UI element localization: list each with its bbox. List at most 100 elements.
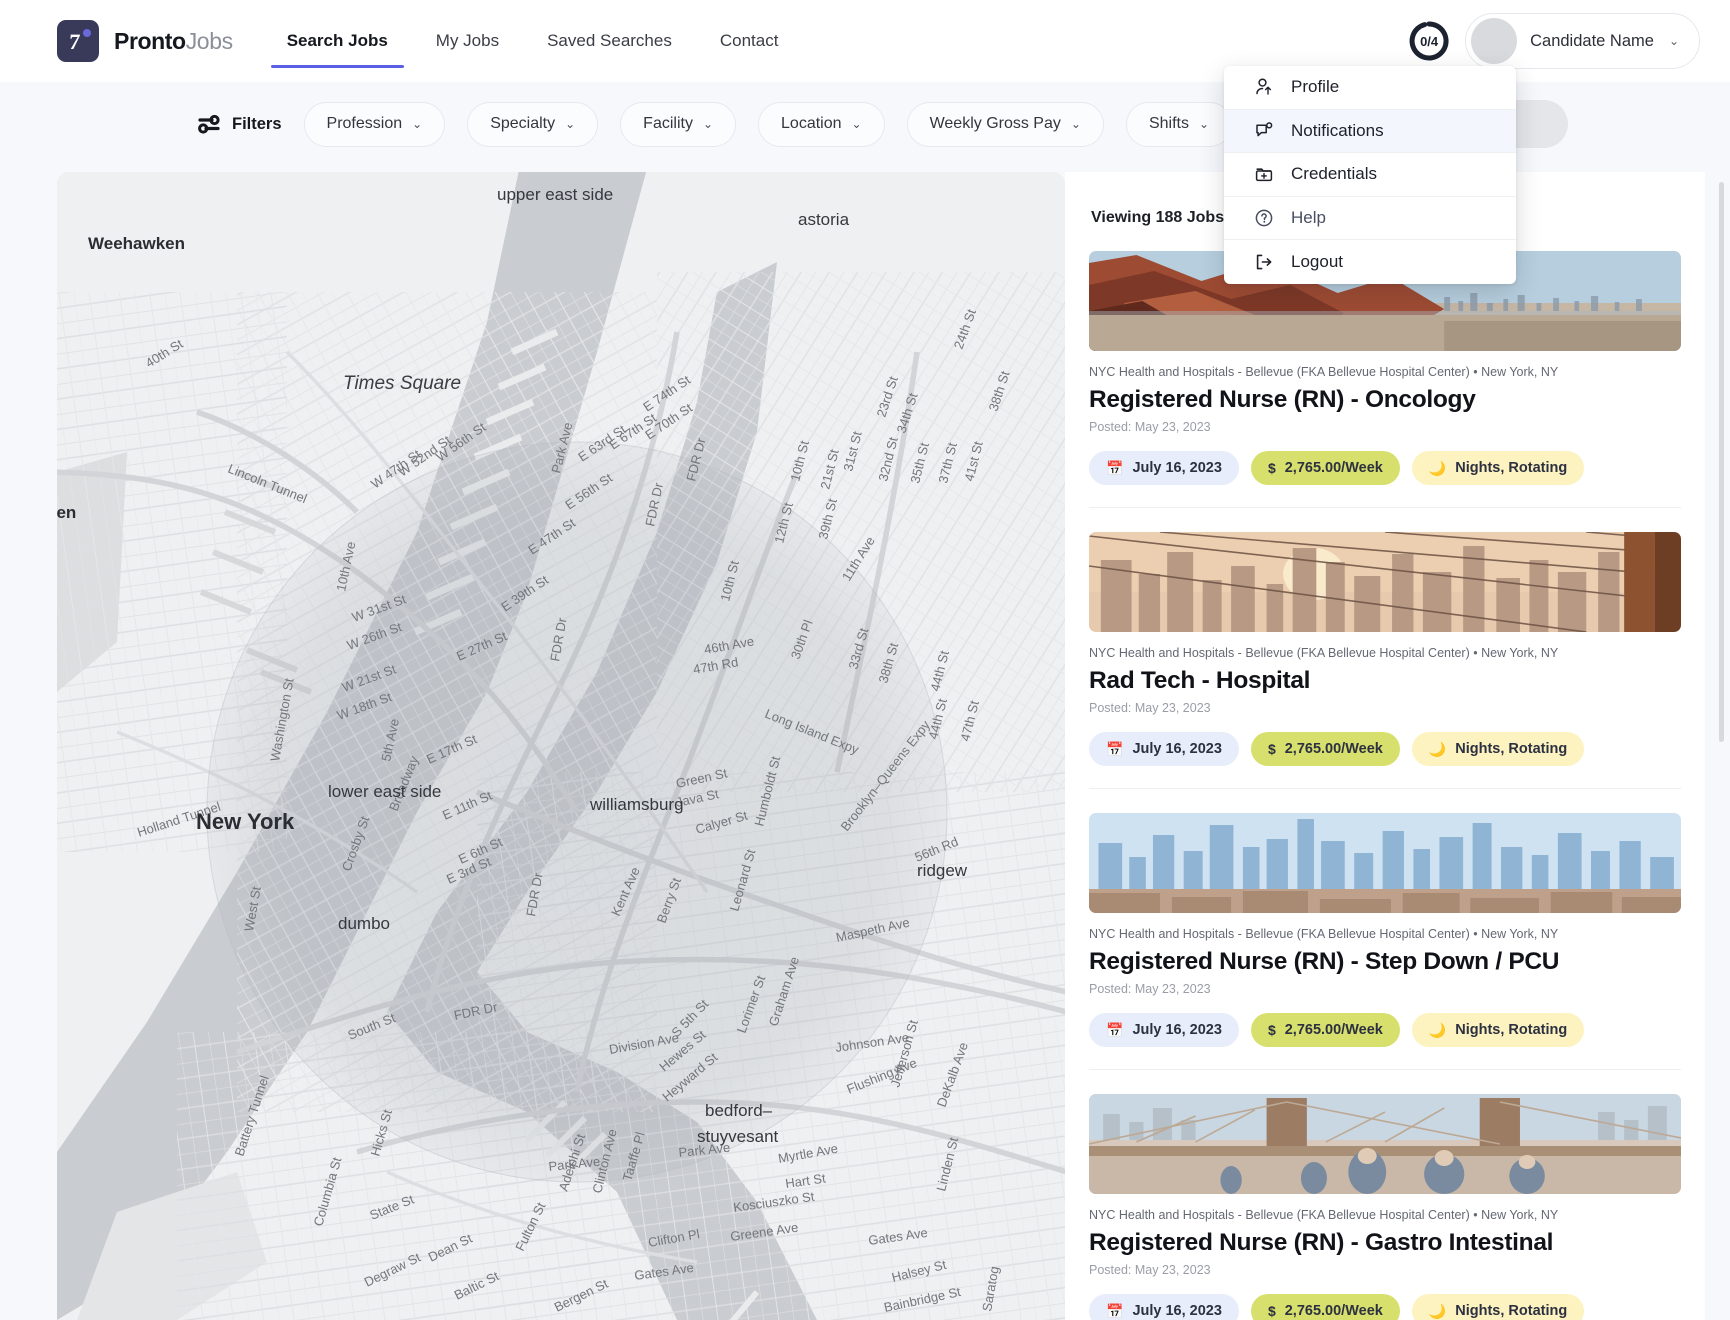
tag-label: Nights, Rotating: [1455, 1303, 1568, 1319]
svg-text:astoria: astoria: [798, 210, 850, 229]
menu-item-logout[interactable]: Logout: [1224, 240, 1516, 284]
tag-start-date: 📅 July 16, 2023: [1089, 1294, 1239, 1320]
job-location: New York, NY: [1481, 927, 1559, 941]
job-location: New York, NY: [1481, 1208, 1559, 1222]
menu-item-label: Profile: [1291, 77, 1340, 97]
job-facility: NYC Health and Hospitals - Bellevue (FKA…: [1089, 1208, 1470, 1222]
menu-item-help[interactable]: Help: [1224, 197, 1516, 240]
sliders-icon: [198, 114, 220, 134]
job-facility-location: NYC Health and Hospitals - Bellevue (FKA…: [1089, 646, 1681, 660]
user-menu-button[interactable]: Candidate Name ⌄: [1465, 13, 1700, 69]
filter-weekly-gross-pay[interactable]: Weekly Gross Pay ⌄: [906, 101, 1104, 147]
chevron-down-icon: ⌄: [1070, 117, 1081, 131]
tag-pay: $ 2,765.00/Week: [1250, 451, 1400, 485]
brand-wordmark: ProntoJobs: [114, 28, 233, 55]
tag-label: Nights, Rotating: [1455, 460, 1568, 476]
dollar-icon: $: [1267, 1022, 1276, 1038]
brand-logo[interactable]: 7 ProntoJobs: [57, 20, 233, 62]
svg-text:Times Square: Times Square: [343, 373, 461, 394]
chevron-down-icon: ⌄: [702, 117, 714, 131]
job-title[interactable]: Registered Nurse (RN) - Oncology: [1089, 386, 1681, 414]
menu-item-label: Help: [1291, 207, 1326, 227]
tag-pay: $ 2,765.00/Week: [1250, 1013, 1400, 1047]
svg-text:williamsburg: williamsburg: [589, 795, 684, 814]
tag-label: Nights, Rotating: [1455, 1022, 1568, 1038]
filter-shifts[interactable]: Shifts ⌄: [1125, 101, 1233, 147]
job-title[interactable]: Registered Nurse (RN) - Step Down / PCU: [1089, 948, 1681, 976]
job-tags: 📅 July 16, 2023 $ 2,765.00/Week 🌙 Nights…: [1089, 1294, 1681, 1320]
job-card[interactable]: NYC Health and Hospitals - Bellevue (FKA…: [1089, 251, 1681, 508]
tag-start-date: 📅 July 16, 2023: [1089, 732, 1239, 766]
job-title[interactable]: Rad Tech - Hospital: [1089, 667, 1681, 695]
tag-label: 2,765.00/Week: [1284, 1303, 1383, 1319]
moon-icon: 🌙: [1428, 740, 1447, 757]
filter-location[interactable]: Location ⌄: [758, 101, 885, 147]
brand-name-light: Jobs: [185, 27, 233, 54]
brooklyn-bridge-image: [1089, 1094, 1681, 1194]
menu-item-profile[interactable]: Profile: [1224, 66, 1516, 110]
tag-pay: $ 2,765.00/Week: [1250, 1294, 1400, 1320]
tag-label: 2,765.00/Week: [1284, 460, 1383, 476]
job-image: [1089, 813, 1681, 913]
menu-item-label: Logout: [1291, 251, 1343, 271]
nav-item-contact[interactable]: Contact: [720, 0, 779, 82]
profile-completion-ring[interactable]: 0/4: [1407, 19, 1451, 63]
nav-item-search-jobs[interactable]: Search Jobs: [270, 0, 404, 82]
dollar-icon: $: [1267, 1303, 1276, 1319]
filter-facility[interactable]: Facility ⌄: [620, 101, 737, 147]
job-list-scrollbar[interactable]: [1719, 182, 1724, 742]
job-title[interactable]: Registered Nurse (RN) - Gastro Intestina…: [1089, 1229, 1681, 1257]
svg-text:ridgew: ridgew: [917, 861, 968, 880]
question-circle-icon: [1254, 208, 1274, 228]
nav-item-saved-searches[interactable]: Saved Searches: [547, 0, 672, 82]
job-card[interactable]: NYC Health and Hospitals - Bellevue (FKA…: [1089, 532, 1681, 789]
menu-item-label: Notifications: [1291, 120, 1384, 140]
job-image: [1089, 1094, 1681, 1194]
filter-profession[interactable]: Profession ⌄: [303, 101, 446, 147]
chevron-down-icon: ⌄: [412, 117, 423, 131]
map-panel[interactable]: 40th St Lincoln Tunnel W 56th St W 52nd …: [57, 172, 1065, 1320]
tag-start-date: 📅 July 16, 2023: [1089, 1013, 1239, 1047]
job-card[interactable]: NYC Health and Hospitals - Bellevue (FKA…: [1089, 813, 1681, 1070]
nav-label: Search Jobs: [286, 31, 388, 50]
menu-item-label: Credentials: [1291, 164, 1377, 184]
avatar: [1471, 18, 1518, 64]
menu-item-credentials[interactable]: Credentials: [1224, 153, 1516, 197]
tag-shift: 🌙 Nights, Rotating: [1411, 1013, 1585, 1047]
logout-arrow-icon: [1254, 252, 1274, 272]
job-location: New York, NY: [1481, 646, 1559, 660]
tag-shift: 🌙 Nights, Rotating: [1411, 732, 1585, 766]
job-tags: 📅 July 16, 2023 $ 2,765.00/Week 🌙 Nights…: [1089, 1013, 1681, 1047]
job-facility-location: NYC Health and Hospitals - Bellevue (FKA…: [1089, 365, 1681, 379]
job-list-panel[interactable]: Viewing 188 Jobs NYC Health and Hospital…: [1065, 172, 1705, 1320]
svg-text:bedford–: bedford–: [705, 1101, 773, 1120]
svg-text:Weehawken: Weehawken: [88, 234, 185, 253]
chevron-down-icon: ⌄: [565, 117, 576, 131]
job-facility: NYC Health and Hospitals - Bellevue (FKA…: [1089, 365, 1470, 379]
filter-label: Shifts: [1148, 115, 1189, 132]
job-card[interactable]: NYC Health and Hospitals - Bellevue (FKA…: [1089, 1094, 1681, 1320]
logo-glyph: 7: [68, 29, 81, 54]
nav-item-my-jobs[interactable]: My Jobs: [436, 0, 499, 82]
job-location: New York, NY: [1481, 365, 1559, 379]
tag-label: July 16, 2023: [1132, 460, 1222, 476]
svg-text:ken: ken: [57, 503, 76, 522]
menu-item-notifications[interactable]: Notifications: [1224, 109, 1516, 153]
job-facility: NYC Health and Hospitals - Bellevue (FKA…: [1089, 646, 1470, 660]
chevron-down-icon: ⌄: [851, 117, 862, 131]
job-tags: 📅 July 16, 2023 $ 2,765.00/Week 🌙 Nights…: [1089, 451, 1681, 485]
main-nav: Search Jobs My Jobs Saved Searches Conta…: [270, 0, 827, 82]
separator: •: [1473, 365, 1478, 379]
prontojobs-logo-icon: 7: [57, 20, 99, 62]
separator: •: [1473, 927, 1478, 941]
calendar-icon: 📅: [1106, 1302, 1124, 1319]
tag-label: July 16, 2023: [1132, 1022, 1222, 1038]
dollar-icon: $: [1267, 460, 1276, 476]
filter-label: Location: [781, 115, 842, 132]
tag-label: 2,765.00/Week: [1284, 741, 1383, 757]
tag-shift: 🌙 Nights, Rotating: [1411, 451, 1585, 485]
filter-specialty[interactable]: Specialty ⌄: [467, 101, 599, 147]
job-image: [1089, 532, 1681, 632]
job-facility-location: NYC Health and Hospitals - Bellevue (FKA…: [1089, 1208, 1681, 1222]
filters-toggle[interactable]: Filters: [198, 114, 282, 134]
